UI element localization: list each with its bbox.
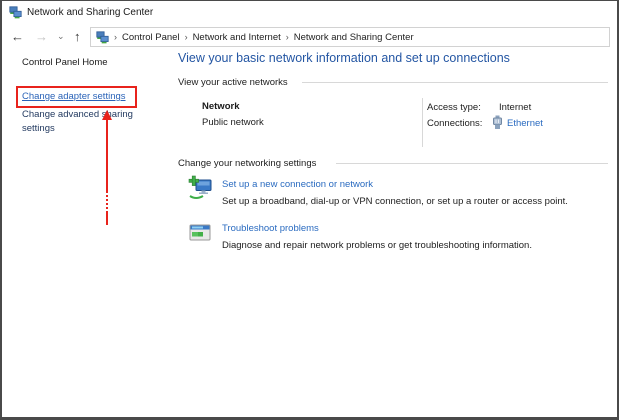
sidebar-item-change-advanced-sharing[interactable]: Change advanced sharing settings [22, 108, 134, 135]
breadcrumb-network-and-internet[interactable]: Network and Internet [193, 32, 281, 43]
network-type: Public network [202, 117, 264, 128]
network-sharing-center-window: Network and Sharing Center ← → ⌄ ↑ › Con… [0, 0, 619, 420]
breadcrumb-separator: › [114, 32, 117, 42]
troubleshoot-icon [188, 221, 212, 250]
annotation-arrow-line [106, 213, 108, 225]
breadcrumb-separator: › [185, 32, 188, 42]
new-connection-icon [188, 175, 213, 205]
annotation-highlight-box [16, 86, 137, 108]
active-networks-section-label: View your active networks [178, 77, 288, 88]
section-divider [336, 163, 608, 164]
breadcrumb-network-sharing-center[interactable]: Network and Sharing Center [294, 32, 414, 43]
annotation-arrow-line [106, 119, 108, 191]
breadcrumb-control-panel[interactable]: Control Panel [122, 32, 180, 43]
network-icon [96, 31, 109, 44]
annotation-arrow-line-dotted [106, 191, 108, 213]
setup-new-connection-description: Set up a broadband, dial-up or VPN conne… [222, 196, 568, 207]
networking-settings-section-label: Change your networking settings [178, 158, 316, 169]
access-type-value: Internet [499, 102, 531, 113]
ethernet-link[interactable]: Ethernet [507, 118, 543, 129]
connections-label: Connections: [427, 118, 482, 129]
active-network-divider [422, 98, 423, 147]
breadcrumb-separator: › [286, 32, 289, 42]
access-type-label: Access type: [427, 102, 481, 113]
page-title: View your basic network information and … [178, 51, 510, 65]
address-bar[interactable]: › Control Panel › Network and Internet ›… [90, 27, 610, 47]
section-divider [302, 82, 608, 83]
forward-button[interactable]: → [35, 30, 48, 43]
window-title: Network and Sharing Center [27, 7, 153, 18]
setup-new-connection-link[interactable]: Set up a new connection or network [222, 179, 373, 190]
network-icon [9, 6, 22, 24]
troubleshoot-problems-link[interactable]: Troubleshoot problems [222, 223, 319, 234]
sidebar-item-control-panel-home[interactable]: Control Panel Home [22, 57, 108, 68]
troubleshoot-problems-description: Diagnose and repair network problems or … [222, 240, 532, 251]
recent-pages-dropdown[interactable]: ⌄ [57, 32, 65, 41]
ethernet-plug-icon [492, 115, 503, 135]
network-name: Network [202, 101, 239, 112]
back-button[interactable]: ← [11, 30, 24, 43]
up-button[interactable]: ↑ [74, 30, 81, 43]
